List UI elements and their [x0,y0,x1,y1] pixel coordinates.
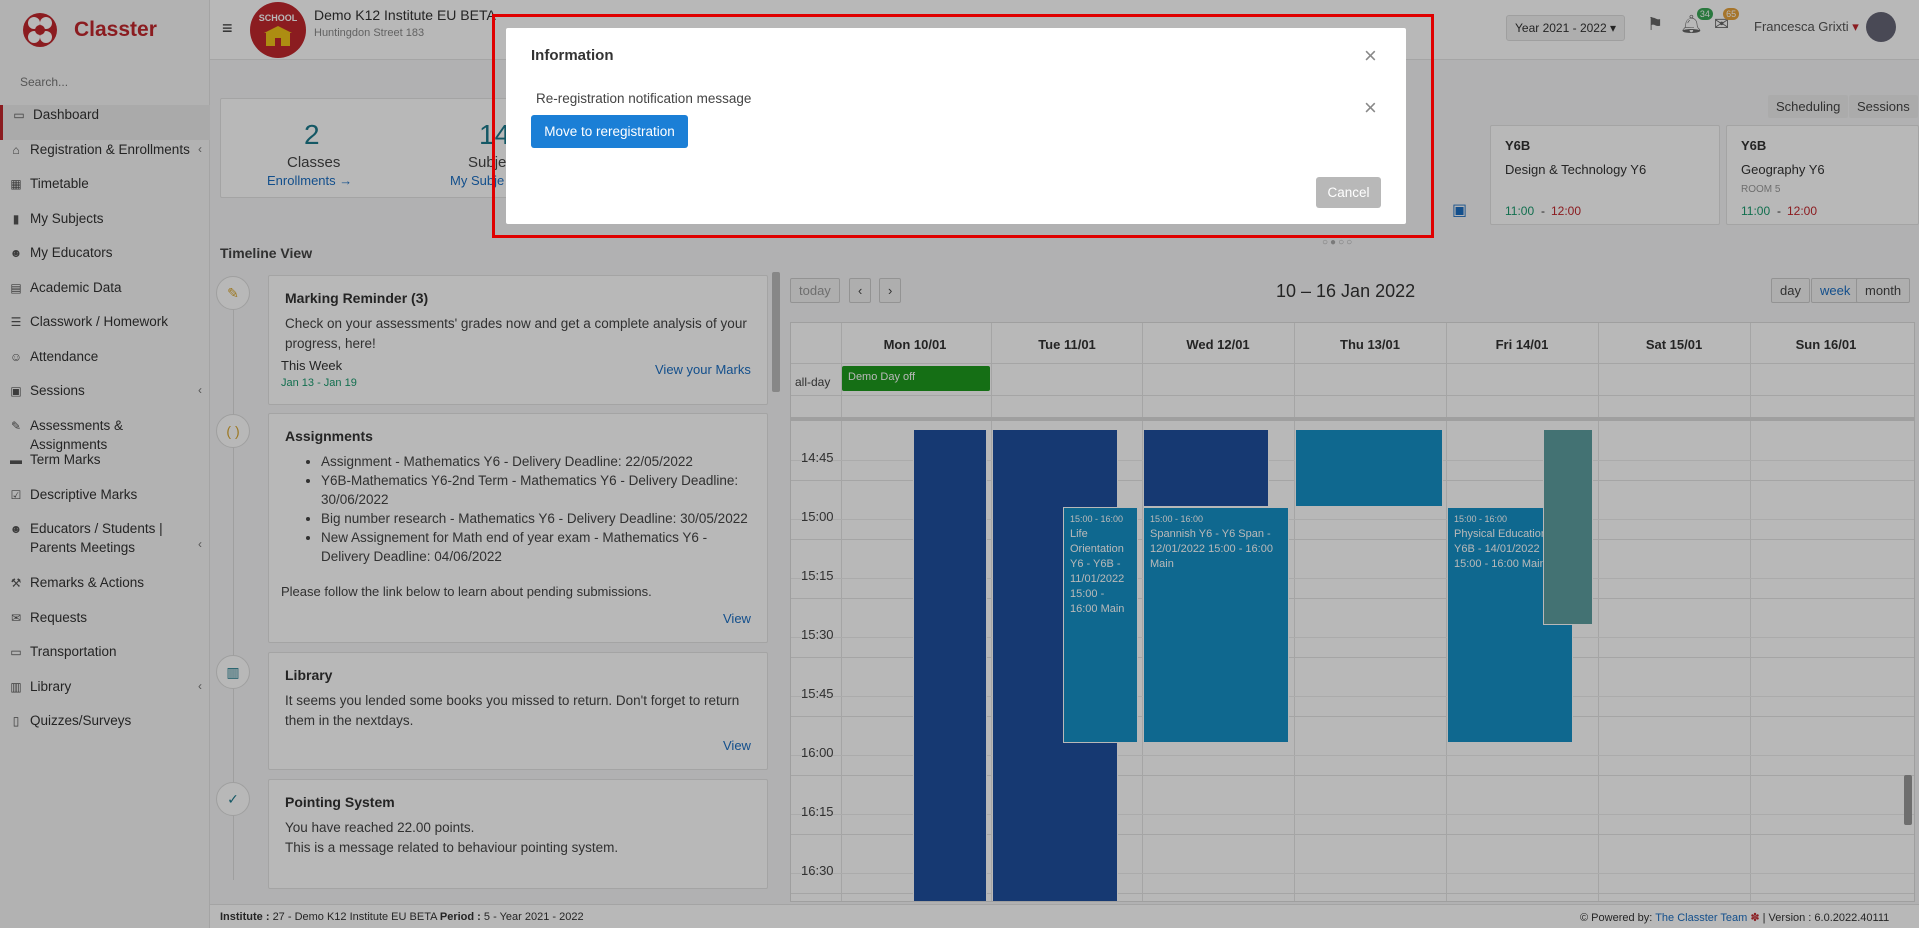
cancel-button[interactable]: Cancel [1316,177,1381,208]
close-icon[interactable]: × [1364,45,1377,67]
information-modal: Information × Re-registration notificati… [506,28,1406,224]
modal-message: Re-registration notification message [536,91,752,106]
move-to-reregistration-button[interactable]: Move to reregistration [531,115,688,148]
modal-title: Information [531,47,614,64]
dismiss-message-icon[interactable]: × [1364,97,1377,119]
